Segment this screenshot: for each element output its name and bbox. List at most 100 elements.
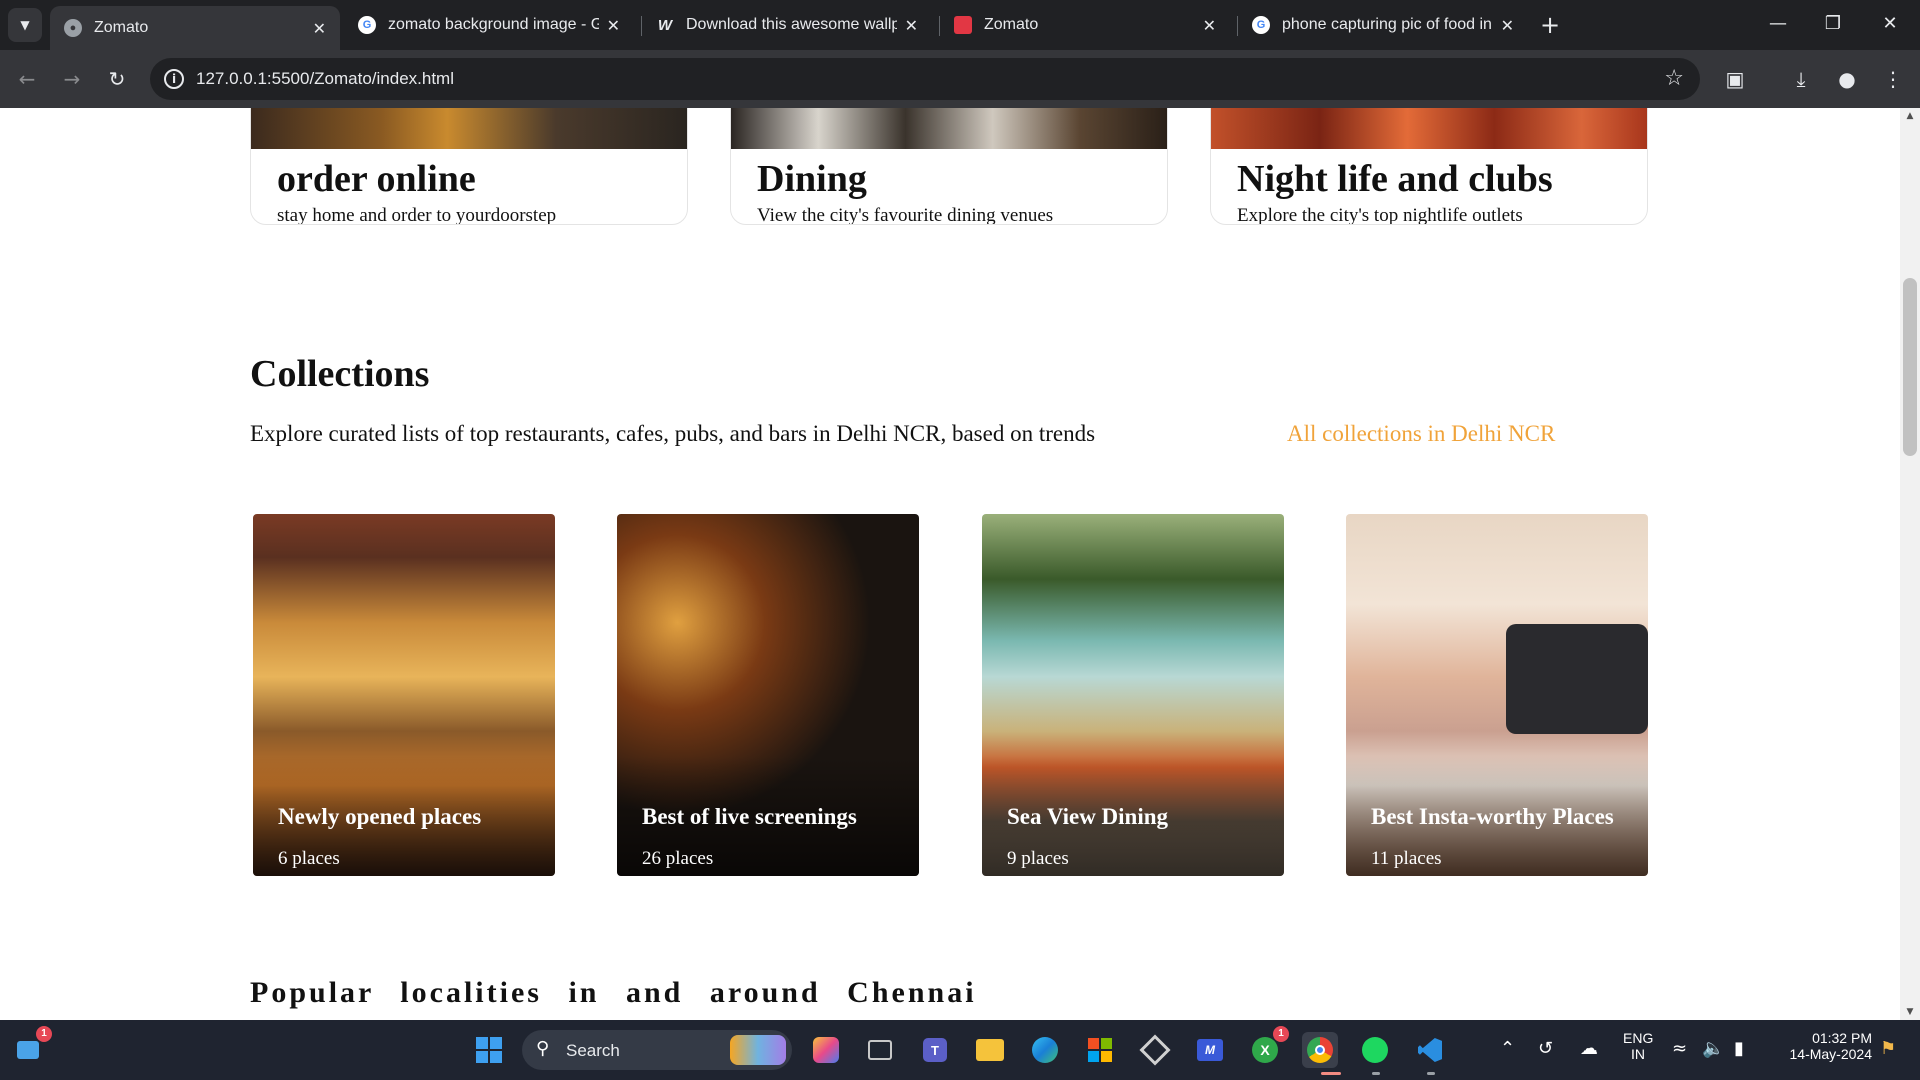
collection-card-sea-view[interactable]: Sea View Dining 9 places (982, 514, 1284, 876)
url-text[interactable]: 127.0.0.1:5500/Zomato/index.html (196, 69, 454, 89)
new-tab-button[interactable]: + (1540, 10, 1560, 40)
widgets-button[interactable]: 1 (10, 1026, 52, 1068)
taskbar-search[interactable]: ⚲ Search (522, 1030, 792, 1070)
tab-phone-food[interactable]: G phone capturing pic of food in ✕ (1238, 6, 1528, 44)
task-view-icon (868, 1040, 892, 1060)
region-code: IN (1631, 1046, 1645, 1062)
language-code: ENG (1623, 1030, 1654, 1046)
spotify-app[interactable] (1357, 1032, 1393, 1068)
teams-icon: T (923, 1038, 947, 1062)
globe-icon: ● (64, 19, 82, 37)
localities-heading: Popular localities in and around Chennai (250, 976, 977, 1010)
cloud-icon[interactable]: ☁ (1580, 1038, 1598, 1059)
menu-kebab-icon[interactable]: ⋮ (1876, 62, 1910, 96)
collection-name: Best of live screenings (642, 804, 857, 829)
close-window-button[interactable]: ✕ (1870, 8, 1910, 40)
store-app[interactable] (1082, 1032, 1118, 1068)
order-online-image (251, 108, 687, 149)
edge-app[interactable] (1027, 1032, 1063, 1068)
close-icon[interactable]: ✕ (905, 16, 918, 35)
store-icon (1088, 1038, 1112, 1062)
scroll-down-arrow-icon[interactable]: ▼ (1900, 1004, 1920, 1020)
collection-card-newly-opened[interactable]: Newly opened places 6 places (253, 514, 555, 876)
reload-button[interactable]: ↻ (100, 62, 134, 96)
chrome-app[interactable] (1302, 1032, 1338, 1068)
tab-title: phone capturing pic of food in (1282, 16, 1492, 33)
wifi-icon[interactable]: ≈ (1672, 1038, 1687, 1059)
bookmark-star-icon[interactable]: ☆ (1664, 66, 1684, 91)
chevron-up-icon[interactable]: ⌃ (1500, 1038, 1515, 1059)
taskbar-search-label: Search (566, 1041, 620, 1060)
profile-icon[interactable]: ● (1830, 62, 1864, 96)
widgets-badge: 1 (36, 1026, 52, 1042)
spotify-icon (1362, 1037, 1388, 1063)
zomato-icon (954, 16, 972, 34)
clock[interactable]: 01:32 PM 14-May-2024 (1772, 1030, 1873, 1062)
tab-title: zomato background image - Go (388, 16, 599, 33)
collection-card-live-screenings[interactable]: Best of live screenings 26 places (617, 514, 919, 876)
vscode-app[interactable] (1412, 1032, 1448, 1068)
tab-google-search[interactable]: G zomato background image - Go ✕ (344, 6, 634, 44)
copilot-app[interactable] (808, 1032, 844, 1068)
task-view-app[interactable] (862, 1032, 898, 1068)
language-indicator[interactable]: ENG IN (1623, 1030, 1653, 1062)
page-scrollbar[interactable]: ▲ ▼ (1900, 108, 1920, 1020)
back-button[interactable]: ← (10, 62, 44, 96)
close-icon[interactable]: ✕ (1203, 16, 1216, 35)
vscode-icon (1418, 1038, 1442, 1062)
unity-app[interactable] (1137, 1032, 1173, 1068)
google-icon: G (1252, 16, 1270, 34)
tab-strip: ▼ ● Zomato ✕ G zomato background image -… (0, 0, 1920, 50)
google-icon: G (358, 16, 376, 34)
forward-button[interactable]: → (55, 62, 89, 96)
close-icon[interactable]: ✕ (1501, 16, 1514, 35)
scroll-up-arrow-icon[interactable]: ▲ (1900, 108, 1920, 124)
download-icon[interactable]: ⤓ (1784, 62, 1818, 96)
collections-description: Explore curated lists of top restaurants… (250, 421, 1096, 446)
feature-title: Night life and clubs (1237, 158, 1553, 200)
notification-bell-icon[interactable]: ⚑ (1880, 1038, 1896, 1059)
collections-heading: Collections (250, 353, 430, 395)
site-info-icon[interactable]: i (164, 69, 184, 89)
tab-title: Download this awesome wallpa (686, 16, 897, 33)
battery-icon[interactable]: ▮ (1734, 1038, 1744, 1059)
close-icon[interactable]: ✕ (607, 16, 620, 35)
sync-icon[interactable]: ↺ (1538, 1038, 1553, 1059)
tab-zomato-active[interactable]: ● Zomato ✕ (50, 6, 340, 50)
clock-time: 01:32 PM (1812, 1030, 1872, 1046)
localities-prefix: Popular localities in and around (250, 976, 821, 1009)
scrollbar-thumb[interactable] (1903, 278, 1917, 456)
feature-title: order online (277, 158, 476, 200)
close-icon[interactable]: ✕ (313, 19, 326, 38)
android-studio-app[interactable]: M (1192, 1032, 1228, 1068)
collection-card-insta-worthy[interactable]: Best Insta-worthy Places 11 places (1346, 514, 1648, 876)
extensions-icon[interactable]: ▣ (1718, 62, 1752, 96)
feature-card-nightlife[interactable]: Night life and clubs Explore the city's … (1210, 108, 1648, 225)
file-explorer-app[interactable] (972, 1032, 1008, 1068)
app-icon: M (1197, 1039, 1223, 1061)
collection-name: Sea View Dining (1007, 804, 1169, 829)
browser-toolbar: ← → ↻ i 127.0.0.1:5500/Zomato/index.html… (0, 50, 1920, 108)
xbox-badge: 1 (1273, 1026, 1289, 1042)
xbox-app[interactable]: X1 (1247, 1026, 1289, 1068)
tab-search-button[interactable]: ▼ (8, 8, 42, 42)
tab-wallpaper[interactable]: W Download this awesome wallpa ✕ (642, 6, 932, 44)
nightlife-image (1211, 108, 1647, 149)
feature-card-order-online[interactable]: order online stay home and order to your… (250, 108, 688, 225)
xbox-icon: X (1252, 1037, 1278, 1063)
collection-name: Newly opened places (278, 804, 482, 829)
feature-subtitle: stay home and order to yourdoorstep (277, 205, 557, 225)
minimize-button[interactable]: — (1758, 8, 1798, 40)
start-button[interactable] (471, 1032, 507, 1068)
windows-logo-icon (476, 1037, 502, 1063)
address-bar[interactable]: i 127.0.0.1:5500/Zomato/index.html ☆ (150, 58, 1700, 100)
tab-zomato[interactable]: Zomato ✕ (940, 6, 1230, 44)
restore-button[interactable]: ❐ (1813, 8, 1853, 40)
feature-card-dining[interactable]: Dining View the city's favourite dining … (730, 108, 1168, 225)
collection-count: 11 places (1371, 848, 1442, 869)
feature-subtitle: View the city's favourite dining venues (757, 205, 1054, 225)
all-collections-link[interactable]: All collections in Delhi NCR (1287, 421, 1555, 447)
edge-icon (1032, 1037, 1058, 1063)
teams-app[interactable]: T (917, 1032, 953, 1068)
volume-icon[interactable]: 🔈 (1702, 1038, 1724, 1059)
